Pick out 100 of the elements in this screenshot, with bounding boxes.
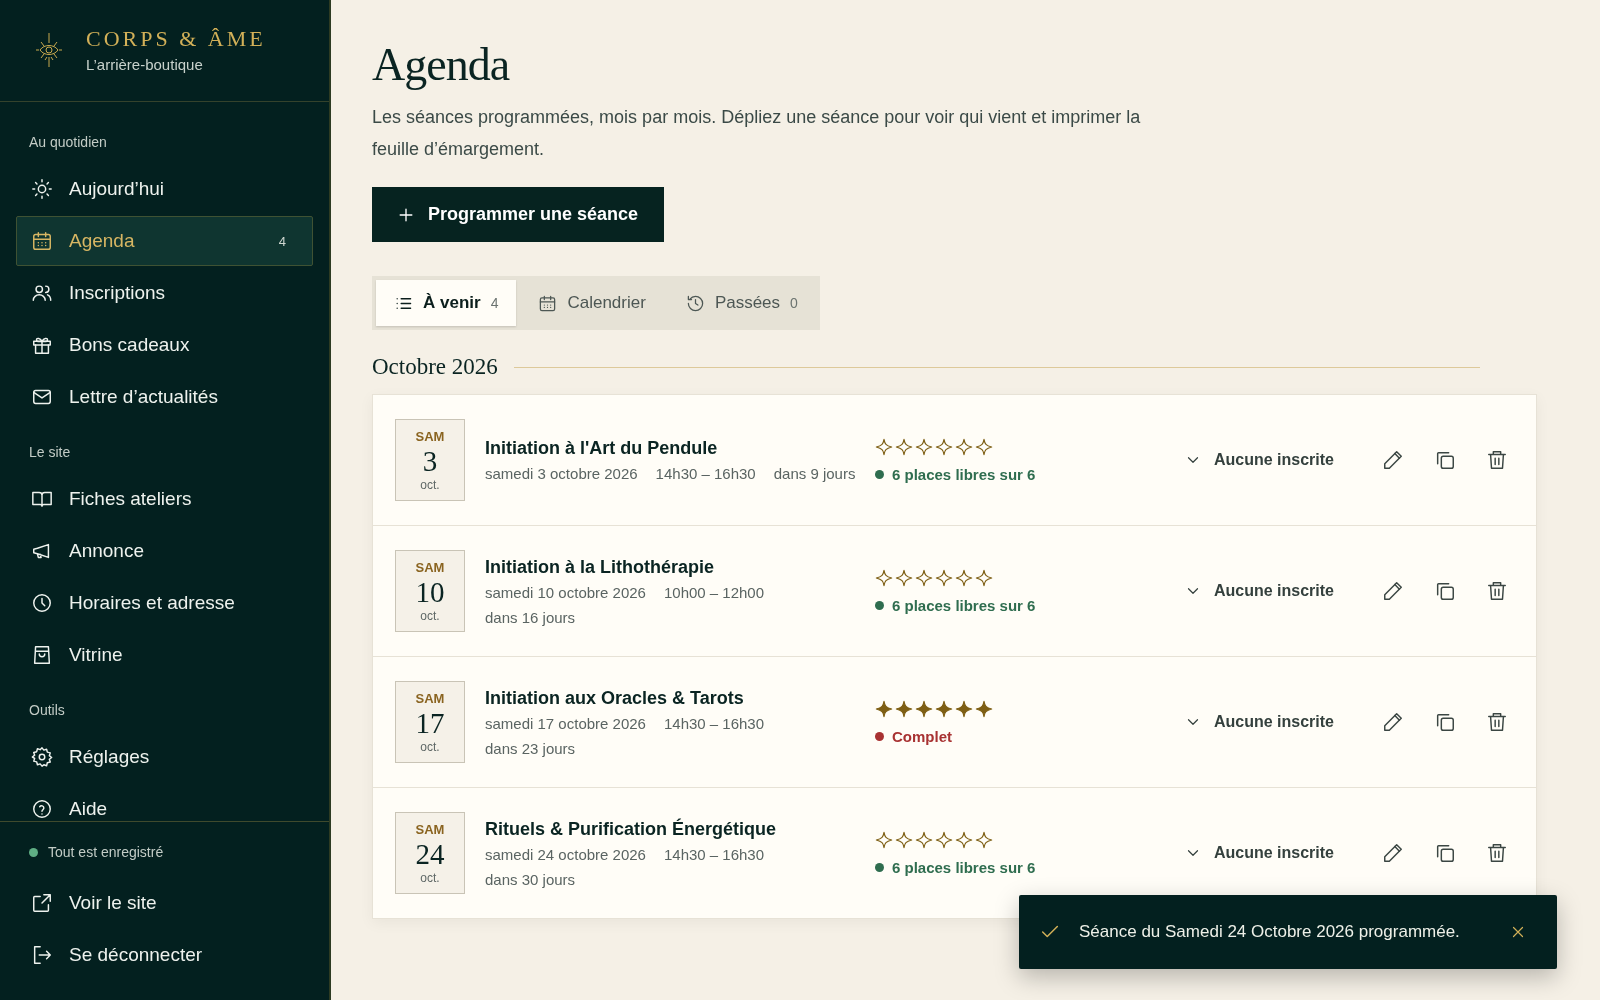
star-icon bbox=[875, 830, 893, 849]
trash-icon bbox=[1486, 711, 1508, 733]
brand-subtitle: L’arrière-boutique bbox=[86, 56, 204, 73]
copy-icon bbox=[1434, 580, 1456, 602]
nav-section-title: Outils bbox=[28, 701, 66, 720]
session-time: 14h30 – 16h30 bbox=[655, 465, 756, 482]
copy-icon bbox=[1434, 449, 1456, 471]
pencil-icon bbox=[1382, 580, 1404, 602]
session-countdown: dans 9 jours bbox=[773, 465, 856, 482]
pencil-icon bbox=[1382, 449, 1404, 471]
nav-item[interactable]: Aujourd’hui bbox=[16, 164, 313, 214]
star-icon bbox=[915, 437, 933, 456]
session-countdown: dans 30 jours bbox=[485, 870, 576, 888]
users-icon bbox=[31, 282, 53, 304]
trash-icon bbox=[1486, 580, 1508, 602]
star-icon bbox=[975, 699, 993, 718]
availability-dot bbox=[875, 731, 884, 741]
weekday: SAM bbox=[415, 690, 445, 706]
star-icon bbox=[875, 699, 893, 718]
session-countdown: dans 23 jours bbox=[485, 739, 576, 757]
availability-text: 6 places libres sur 6 bbox=[892, 858, 1036, 876]
star-icon bbox=[935, 568, 953, 587]
calendar-icon bbox=[31, 230, 53, 252]
save-status: Tout est enregistré bbox=[48, 844, 164, 860]
copy-icon bbox=[1434, 842, 1456, 864]
availability-text: 6 places libres sur 6 bbox=[892, 596, 1036, 614]
availability-text: Complet bbox=[892, 727, 952, 745]
star-icon bbox=[875, 568, 893, 587]
nav-item[interactable]: Bons cadeaux bbox=[16, 320, 313, 370]
session-date: samedi 24 octobre 2026 bbox=[485, 845, 646, 863]
availability-text: 6 places libres sur 6 bbox=[892, 465, 1036, 483]
session-countdown: dans 16 jours bbox=[485, 608, 576, 626]
session-title: Rituels & Purification Énergétique bbox=[485, 818, 778, 840]
schedule-session-button[interactable]: Programmer une séance bbox=[372, 187, 665, 242]
nav-item[interactable]: Vitrine bbox=[16, 630, 313, 680]
settings-icon bbox=[31, 746, 53, 768]
history-icon bbox=[685, 293, 705, 313]
day-number: 17 bbox=[415, 705, 445, 740]
weekday: SAM bbox=[415, 559, 445, 575]
month-abbr: oct. bbox=[420, 608, 440, 623]
nav-item[interactable]: Agenda 4 bbox=[16, 216, 313, 266]
eye-sunburst-logo bbox=[36, 31, 62, 68]
nav-item[interactable]: Réglages bbox=[16, 732, 313, 782]
clock-icon bbox=[31, 592, 53, 614]
signups-toggle[interactable]: Aucune inscrite bbox=[1177, 450, 1340, 470]
star-icon bbox=[955, 699, 973, 718]
star-icon bbox=[895, 830, 913, 849]
nav-section-title: Au quotidien bbox=[28, 133, 108, 152]
view-tab[interactable]: À venir 4 bbox=[376, 280, 517, 326]
star-icon bbox=[935, 699, 953, 718]
view-tab[interactable]: Passées 0 bbox=[667, 280, 816, 326]
pencil-icon bbox=[1382, 842, 1404, 864]
help-icon bbox=[31, 798, 53, 820]
session-time: 10h00 – 12h00 bbox=[663, 583, 765, 601]
external-link-icon bbox=[31, 892, 53, 914]
session-date: samedi 10 octobre 2026 bbox=[485, 583, 646, 601]
month-abbr: oct. bbox=[420, 739, 440, 754]
month-abbr: oct. bbox=[420, 870, 440, 885]
star-icon bbox=[975, 830, 993, 849]
nav-item[interactable]: Aide bbox=[16, 784, 313, 821]
sun-icon bbox=[31, 178, 53, 200]
day-number: 24 bbox=[415, 836, 445, 871]
star-icon bbox=[895, 699, 913, 718]
nav-item[interactable]: Inscriptions bbox=[16, 268, 313, 318]
view-tab[interactable]: Calendrier bbox=[520, 280, 664, 326]
star-icon bbox=[895, 568, 913, 587]
star-icon bbox=[875, 437, 893, 456]
star-icon bbox=[915, 830, 933, 849]
count-label: 4 bbox=[278, 233, 287, 249]
nav-link[interactable]: Se déconnecter bbox=[16, 930, 313, 980]
signups-toggle[interactable]: Aucune inscrite bbox=[1177, 843, 1340, 863]
availability-dot bbox=[875, 862, 884, 872]
page-intro: Les séances programmées, mois par mois. Dépliez une séance pour voir qui vient et imprimer la feuille d’émargement. bbox=[372, 106, 1142, 161]
signups-toggle[interactable]: Aucune inscrite bbox=[1177, 581, 1340, 601]
calendar-icon bbox=[538, 293, 558, 313]
star-icon bbox=[955, 568, 973, 587]
star-icon bbox=[975, 437, 993, 456]
nav-item[interactable]: Lettre d’actualités bbox=[16, 372, 313, 422]
copy-icon bbox=[1434, 711, 1456, 733]
session-date: samedi 17 octobre 2026 bbox=[485, 714, 646, 732]
signups-toggle[interactable]: Aucune inscrite bbox=[1177, 712, 1340, 732]
brand-name: CORPS & ÂME bbox=[86, 26, 266, 52]
nav-item[interactable]: Fiches ateliers bbox=[16, 474, 313, 524]
nav-link[interactable]: Voir le site bbox=[16, 878, 313, 928]
bag-icon bbox=[31, 644, 53, 666]
star-icon bbox=[955, 830, 973, 849]
trash-icon bbox=[1486, 449, 1508, 471]
nav-item[interactable]: Annonce bbox=[16, 526, 313, 576]
nav-item[interactable]: Horaires et adresse bbox=[16, 578, 313, 628]
availability-dot bbox=[875, 469, 884, 479]
session-date: samedi 3 octobre 2026 bbox=[485, 465, 638, 482]
pencil-icon bbox=[1382, 711, 1404, 733]
session-title: Initiation à l'Art du Pendule bbox=[485, 438, 719, 459]
day-number: 3 bbox=[422, 443, 438, 478]
session-time: 14h30 – 16h30 bbox=[663, 714, 765, 732]
star-icon bbox=[915, 568, 933, 587]
session-title: Initiation aux Oracles & Tarots bbox=[485, 687, 745, 709]
toast-message: Séance du Samedi 24 Octobre 2026 programmée. bbox=[1079, 922, 1461, 942]
trash-icon bbox=[1486, 842, 1508, 864]
star-icon bbox=[895, 437, 913, 456]
